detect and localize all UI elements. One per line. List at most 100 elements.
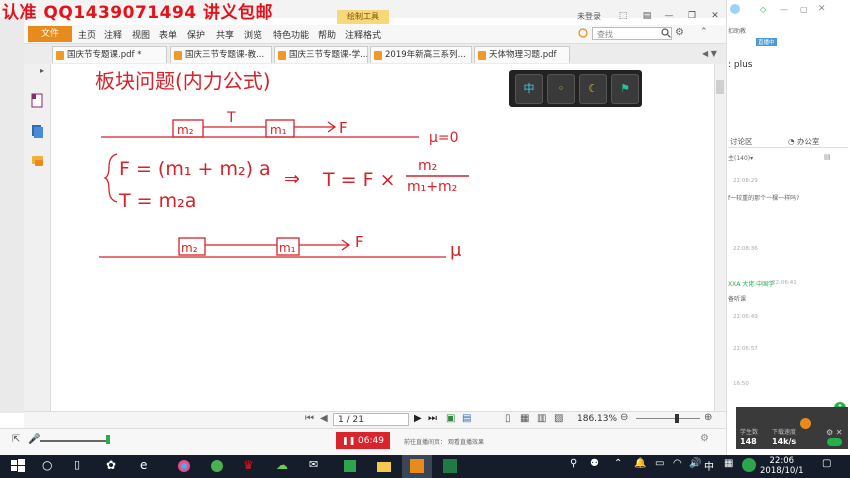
color-wheel-icon[interactable] <box>176 458 192 474</box>
first-page-icon[interactable]: ⏮ <box>305 413 314 424</box>
page-export-icon[interactable]: ▤ <box>462 413 471 424</box>
pen-tool-icon[interactable]: ◦ <box>547 74 575 104</box>
settings-gear-icon[interactable]: ⚙ <box>675 27 687 39</box>
mic-volume-thumb[interactable] <box>106 435 110 444</box>
volume-icon[interactable]: 🔊 <box>689 458 701 469</box>
info-icon[interactable] <box>578 28 588 38</box>
file-menu-button[interactable]: 文件 <box>28 26 72 42</box>
zoom-in-icon[interactable]: ⊕ <box>704 412 712 423</box>
action-center-icon[interactable]: ▢ <box>822 458 831 469</box>
minimize-icon[interactable]: — <box>662 10 676 22</box>
menu-features[interactable]: 特色功能 <box>273 28 309 41</box>
menu-help[interactable]: 帮助 <box>318 28 336 41</box>
zoom-slider-thumb[interactable] <box>675 414 679 423</box>
people-icon[interactable]: ⚉ <box>590 458 599 469</box>
stop-stream-button[interactable]: ❚❚ 06:49 <box>336 432 390 449</box>
menu-browse[interactable]: 浏览 <box>244 28 262 41</box>
shirt-icon[interactable]: ⚑ <box>611 74 639 104</box>
skin-icon[interactable]: ⬚ <box>616 10 630 22</box>
tab-doc-3[interactable]: 国庆三节专题课-学... <box>274 46 368 63</box>
language-toggle-button[interactable]: 中 <box>515 74 543 104</box>
folder-icon[interactable] <box>376 458 392 474</box>
close-icon[interactable]: ✕ <box>708 10 722 22</box>
wechat-icon[interactable]: ☁ <box>276 458 292 474</box>
next-page-icon[interactable]: ▶ <box>414 413 422 424</box>
maximize-icon[interactable]: ❐ <box>685 10 699 22</box>
menu-home[interactable]: 主页 <box>78 28 96 41</box>
user-icon[interactable]: ⚲ <box>570 458 577 469</box>
toggle-switch[interactable] <box>827 438 842 446</box>
taskbar-clock[interactable]: 22:06 2018/10/1 <box>760 456 804 476</box>
document-canvas[interactable]: 板块问题(内力公式) m₂ T m₁ F μ=0 F = (m₁ + m₂) a… <box>51 64 714 411</box>
tray-app-icon[interactable]: ▦ <box>724 458 733 469</box>
chat-close-icon[interactable]: ✕ <box>818 4 826 14</box>
comments-icon[interactable] <box>31 154 44 169</box>
ribbon-collapse-icon[interactable]: ⌃ <box>700 27 708 37</box>
tab-scroll-icon[interactable]: ◀ ▼ <box>702 49 717 58</box>
tab-doc-5[interactable]: 天体物理习题.pdf <box>474 46 570 63</box>
green-square-app-icon[interactable] <box>342 458 358 474</box>
expand-icon[interactable]: ◇ <box>760 5 766 14</box>
page-layout-icon[interactable]: ▣ <box>446 413 455 424</box>
panel-settings-icon[interactable]: ⚙ ✕ <box>826 428 842 437</box>
battery-icon[interactable]: ▭ <box>655 458 664 469</box>
search-circle-icon[interactable]: ○ <box>42 458 58 474</box>
green-app-icon[interactable] <box>209 458 225 474</box>
menu-protect[interactable]: 保护 <box>187 28 205 41</box>
tab-office[interactable]: ◔ 办公室 <box>788 136 819 147</box>
continuous-view-icon[interactable]: ▦ <box>520 413 529 424</box>
tab-doc-2[interactable]: 国庆三节专题课-教... <box>170 46 272 63</box>
zoom-level[interactable]: 186.13% <box>577 414 617 424</box>
tab-discussion[interactable]: 讨论区 <box>730 136 753 147</box>
menu-annotate[interactable]: 注释 <box>104 28 122 41</box>
start-windows-icon[interactable] <box>10 458 26 474</box>
last-page-icon[interactable]: ⏭ <box>428 413 437 424</box>
chat-maximize-icon[interactable]: ▢ <box>800 5 808 14</box>
notification-bell-icon[interactable]: 🔔 <box>634 458 646 469</box>
menu-form[interactable]: 表单 <box>159 28 177 41</box>
wifi-icon[interactable]: ◠ <box>673 458 682 469</box>
watermark-text: 认准 QQ1439071494 讲义包邮 <box>2 3 274 23</box>
page-number-input[interactable]: 1 / 21 <box>333 413 409 426</box>
online-count[interactable]: 主(140)▾ <box>728 153 753 162</box>
search-input[interactable]: 查找 <box>592 27 672 40</box>
chat-filter-icon[interactable]: ▤ <box>824 153 831 161</box>
login-status[interactable]: 未登录 <box>577 11 601 22</box>
task-view-icon[interactable]: ▯ <box>74 458 90 474</box>
zoom-out-icon[interactable]: ⊖ <box>620 412 628 423</box>
menu-icon[interactable]: ▤ <box>640 10 654 22</box>
scrollbar-thumb[interactable] <box>716 80 724 94</box>
facing-view-icon[interactable]: ▥ <box>537 413 546 424</box>
moon-icon[interactable]: ☾ <box>579 74 607 104</box>
microphone-icon[interactable]: 🎤 <box>28 434 40 445</box>
prev-page-icon[interactable]: ◀ <box>320 413 328 424</box>
tab-doc-1[interactable]: 国庆节专题课.pdf * <box>52 46 167 63</box>
menu-view[interactable]: 视图 <box>132 28 150 41</box>
single-page-view-icon[interactable]: ▯ <box>505 413 511 424</box>
stream-info: 前往直播间页： 观看直播效果 <box>404 439 484 446</box>
pages-icon[interactable] <box>31 124 44 139</box>
tray-expand-icon[interactable]: ⌃ <box>614 458 622 469</box>
ime-indicator[interactable]: 中 <box>704 458 714 473</box>
page-thumbnail-icon[interactable] <box>31 93 44 108</box>
zoom-slider-track[interactable] <box>636 418 700 419</box>
mail-icon[interactable]: ✉ <box>309 458 325 474</box>
cover-view-icon[interactable]: ▧ <box>554 413 563 424</box>
pdf-reader-taskbar-icon[interactable] <box>409 458 425 474</box>
tab-doc-4[interactable]: 2019年新高三系列... <box>370 46 472 63</box>
avatar[interactable] <box>730 4 740 14</box>
mic-volume-slider[interactable] <box>40 440 108 442</box>
menu-annot-format[interactable]: 注释格式 <box>345 28 381 41</box>
stream-settings-icon[interactable]: ⚙ <box>700 433 709 444</box>
context-tab-draw-tools[interactable]: 绘制工具 <box>337 10 389 24</box>
menu-share[interactable]: 共享 <box>216 28 234 41</box>
search-icon[interactable] <box>661 28 671 38</box>
share-screen-icon[interactable]: ⇱ <box>12 434 20 445</box>
tray-green-icon[interactable] <box>742 458 756 472</box>
expand-arrow-icon[interactable]: ▸ <box>40 66 44 75</box>
app-pinwheel-icon[interactable]: ✿ <box>106 458 122 474</box>
qq-icon[interactable]: ♛ <box>243 458 259 474</box>
excel-icon[interactable] <box>442 458 458 474</box>
edge-browser-icon[interactable]: e <box>140 458 156 474</box>
chat-minimize-icon[interactable]: — <box>780 5 788 14</box>
